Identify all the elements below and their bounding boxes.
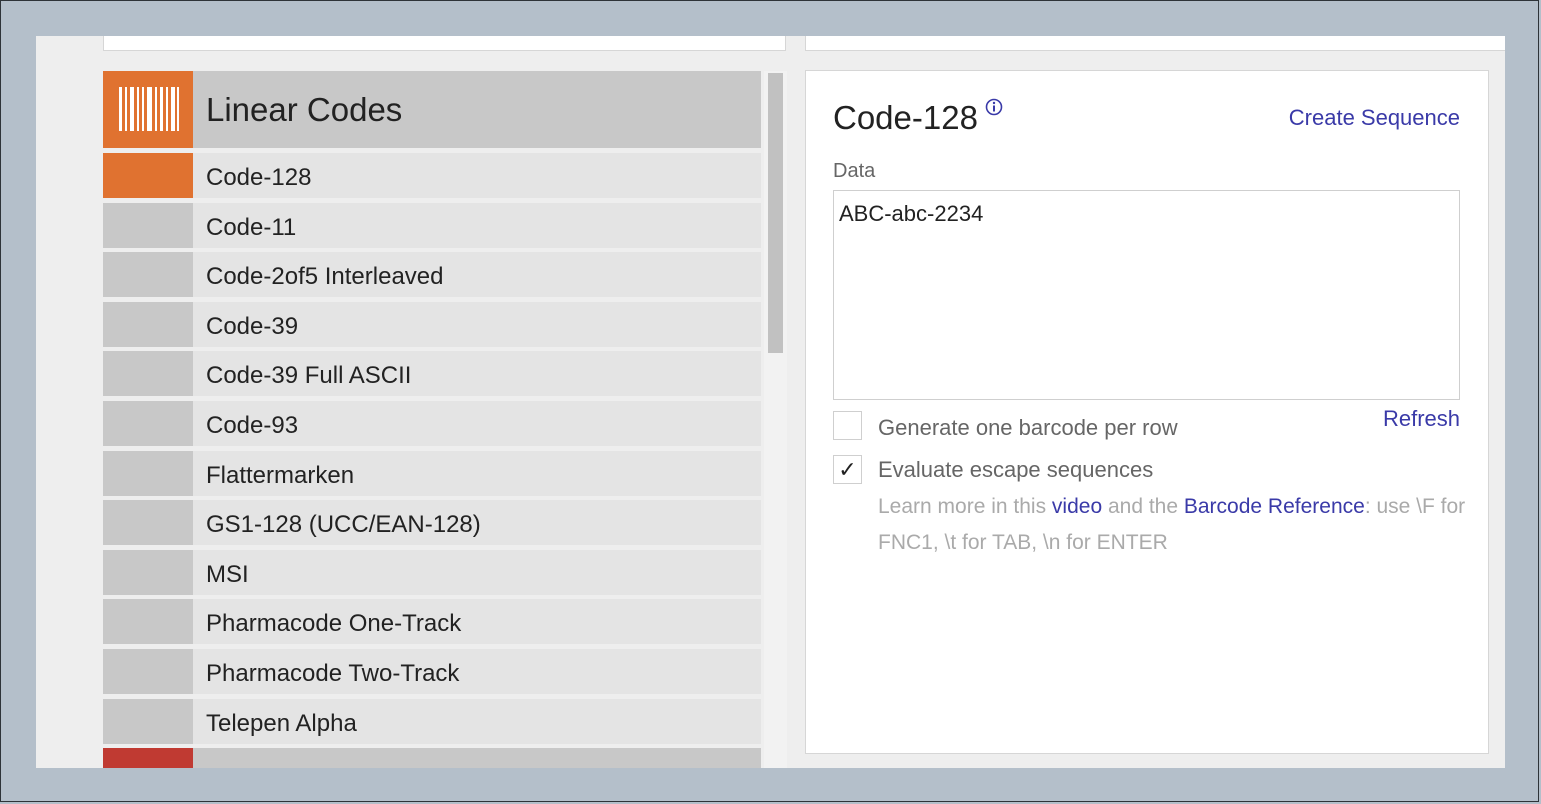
item-marker [103, 202, 193, 248]
code-list-item-label: Code-39 Full ASCII [206, 362, 412, 390]
item-marker [103, 301, 193, 347]
item-marker [103, 252, 193, 298]
code-list-item-label: Pharmacode Two-Track [206, 659, 460, 687]
code-list-item-label: Telepen Alpha [206, 709, 357, 737]
list-scrollbar[interactable] [764, 71, 787, 768]
code-list: Code-128 Code-11 Code-2of5 Interleaved Code… [103, 153, 761, 748]
list-scrollbar-thumb[interactable] [768, 73, 783, 353]
top-left-panel-edge [103, 36, 786, 51]
data-label: Data [833, 160, 876, 182]
top-right-panel-edge [805, 36, 1505, 51]
item-marker [103, 698, 193, 744]
code-list-item[interactable]: Code-11 [103, 202, 761, 248]
barcode-type-title: Code-128 [833, 99, 978, 136]
code-list-item[interactable]: Code-39 Full ASCII [103, 351, 761, 397]
code-list-item[interactable]: Telepen Alpha [103, 698, 761, 744]
code-list-item[interactable]: Flattermarken [103, 450, 761, 496]
next-category-marker [103, 748, 193, 768]
barcode-detail-panel: Code-128 Create Sequence Data Generate o… [805, 70, 1489, 754]
item-marker [103, 648, 193, 694]
code-list-item-label: Code-128 [206, 164, 312, 191]
video-link[interactable]: video [1052, 495, 1102, 518]
data-textarea[interactable] [833, 190, 1460, 400]
help-text-prefix: Learn more in this [878, 495, 1052, 518]
category-title: Linear Codes [206, 91, 403, 128]
code-list-item-label: GS1-128 (UCC/EAN-128) [206, 511, 481, 539]
checkmark-icon: ✓ [838, 457, 857, 482]
next-category-header[interactable] [103, 748, 761, 768]
info-icon[interactable] [985, 98, 1003, 116]
barcode-type-list-panel: Linear Codes Code-128 Code-11 Code-2of5 In… [103, 71, 787, 768]
code-list-item-label: Code-93 [206, 411, 299, 439]
create-sequence-link[interactable]: Create Sequence [1289, 105, 1460, 131]
escape-sequences-help: Learn more in this video and the Barcode… [878, 489, 1468, 561]
code-list-item-label: Code-2of5 Interleaved [206, 263, 444, 291]
barcode-reference-link[interactable]: Barcode Reference [1184, 495, 1365, 518]
code-list-item[interactable]: Code-2of5 Interleaved [103, 252, 761, 298]
code-list-item[interactable]: Pharmacode Two-Track [103, 648, 761, 694]
code-list-item[interactable]: Code-128 [103, 153, 761, 198]
item-marker [103, 400, 193, 446]
evaluate-escape-sequences-checkbox[interactable]: ✓ [833, 455, 862, 484]
code-list-item[interactable]: GS1-128 (UCC/EAN-128) [103, 500, 761, 546]
evaluate-escape-sequences-label: Evaluate escape sequences [878, 457, 1154, 482]
help-text-middle: and the [1102, 495, 1184, 518]
category-header-linear-codes[interactable]: Linear Codes [103, 71, 761, 148]
code-list-item-label: Flattermarken [206, 461, 355, 489]
page: Linear Codes Code-128 Code-11 Code-2of5 In… [36, 36, 1505, 768]
item-marker [103, 549, 193, 595]
code-list-item[interactable]: Pharmacode One-Track [103, 599, 761, 645]
item-marker [103, 599, 193, 645]
code-list-item[interactable]: Code-39 [103, 301, 761, 347]
item-marker [103, 351, 193, 397]
one-barcode-per-row-label: Generate one barcode per row [878, 415, 1178, 440]
code-list-item-label: Code-11 [206, 213, 297, 241]
category-icon-box [103, 71, 193, 148]
item-marker [103, 500, 193, 546]
refresh-link[interactable]: Refresh [1383, 406, 1460, 432]
code-list-item[interactable]: MSI [103, 549, 761, 595]
item-marker [103, 450, 193, 496]
code-list-item-label: MSI [206, 560, 249, 588]
selected-marker [103, 153, 193, 198]
barcode-icon [119, 87, 179, 131]
one-barcode-per-row-checkbox[interactable] [833, 411, 862, 440]
code-list-item-label: Pharmacode One-Track [206, 610, 462, 638]
code-list-item-label: Code-39 [206, 312, 299, 340]
code-list-item[interactable]: Code-93 [103, 400, 761, 446]
